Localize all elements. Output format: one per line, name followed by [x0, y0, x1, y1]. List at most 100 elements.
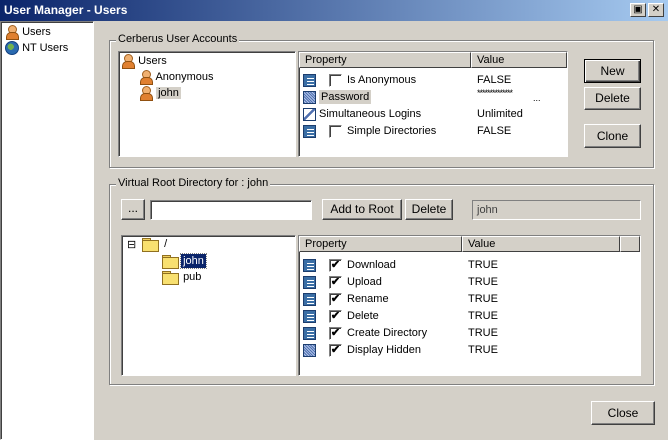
- property-label: Rename: [347, 293, 389, 305]
- property-icon: [303, 259, 316, 272]
- column-header-value[interactable]: Value: [462, 236, 620, 252]
- folder-icon: [142, 238, 159, 253]
- restore-icon: ▣: [633, 4, 643, 15]
- close-window-button[interactable]: ✕: [648, 3, 664, 17]
- display-hidden-checkbox[interactable]: ✔: [329, 344, 342, 357]
- new-button[interactable]: New: [584, 59, 641, 83]
- users-tree-root[interactable]: Users: [121, 54, 167, 69]
- table-header: Property Value: [299, 52, 567, 68]
- add-to-root-button[interactable]: Add to Root: [322, 199, 402, 220]
- close-icon: ✕: [651, 4, 661, 15]
- users-tree-item-anonymous[interactable]: Anonymous: [139, 70, 214, 85]
- property-label: Create Directory: [347, 327, 428, 339]
- users-icon: [121, 54, 135, 69]
- property-label: Download: [347, 259, 396, 271]
- table-row[interactable]: ✔ Delete TRUE: [299, 308, 640, 325]
- property-value: FALSE: [477, 74, 512, 86]
- property-label: Password: [319, 90, 372, 104]
- users-tree-item-label: john: [156, 86, 181, 99]
- account-properties-table[interactable]: Property Value Is Anonymous FALSE Passwo…: [298, 51, 568, 157]
- delete-directory-button[interactable]: Delete: [405, 199, 453, 220]
- left-tree[interactable]: Users NT Users: [0, 21, 94, 440]
- table-header: Property Value: [299, 236, 640, 252]
- browse-button[interactable]: ...: [121, 199, 145, 220]
- property-value: FALSE: [477, 125, 512, 137]
- user-icon: [139, 86, 153, 101]
- property-label: Display Hidden: [347, 344, 421, 356]
- simple-directories-checkbox[interactable]: [329, 125, 342, 138]
- is-anonymous-checkbox[interactable]: [329, 74, 342, 87]
- upload-checkbox[interactable]: ✔: [329, 276, 342, 289]
- folder-icon: [162, 271, 179, 286]
- rename-checkbox[interactable]: ✔: [329, 293, 342, 306]
- users-tree-root-label: Users: [138, 54, 167, 67]
- password-value: **************: [477, 88, 513, 98]
- folder-label: pub: [183, 271, 202, 283]
- logins-icon: [303, 108, 316, 121]
- folder-tree[interactable]: ⊟ / john pub: [121, 235, 296, 376]
- property-icon: [303, 310, 316, 323]
- vroot-group-title: Virtual Root Directory for : john: [116, 177, 271, 189]
- property-icon: [303, 276, 316, 289]
- table-row[interactable]: ✔ Download TRUE: [299, 257, 640, 274]
- property-value: TRUE: [468, 293, 498, 305]
- accounts-group-title: Cerberus User Accounts: [116, 33, 240, 45]
- property-value: TRUE: [468, 344, 498, 356]
- path-input[interactable]: [150, 200, 312, 220]
- users-tree[interactable]: Users Anonymous john: [118, 51, 296, 157]
- column-header-property[interactable]: Property: [299, 52, 471, 68]
- hidden-icon: [303, 344, 316, 357]
- left-tree-item-users[interactable]: Users: [5, 25, 51, 41]
- folder-tree-item-pub[interactable]: pub: [162, 271, 202, 286]
- table-row[interactable]: ✔ Rename TRUE: [299, 291, 640, 308]
- left-tree-item-label: NT Users: [22, 41, 69, 54]
- clone-button[interactable]: Clone: [584, 124, 641, 148]
- folder-tree-item-john[interactable]: john: [162, 253, 207, 270]
- left-tree-item-nt-users[interactable]: NT Users: [5, 41, 68, 57]
- table-row[interactable]: Is Anonymous FALSE: [299, 72, 567, 89]
- selected-directory-field: john: [472, 200, 641, 220]
- property-label: Upload: [347, 276, 382, 288]
- left-tree-item-label: Users: [22, 25, 51, 38]
- delete-user-button[interactable]: Delete: [584, 87, 641, 110]
- table-row[interactable]: Simultaneous Logins Unlimited: [299, 106, 567, 123]
- title-bar: User Manager - Users ▣ ✕: [0, 0, 668, 21]
- property-label: Is Anonymous: [347, 74, 417, 86]
- table-row[interactable]: ✔ Upload TRUE: [299, 274, 640, 291]
- folder-label: john: [180, 253, 207, 269]
- property-value: TRUE: [468, 276, 498, 288]
- property-icon: [303, 327, 316, 340]
- property-value: TRUE: [468, 310, 498, 322]
- table-row[interactable]: Password ************** ...: [299, 88, 567, 106]
- users-icon: [5, 25, 19, 40]
- restore-button[interactable]: ▣: [630, 3, 646, 17]
- password-edit-button[interactable]: ...: [533, 93, 541, 103]
- property-label: Delete: [347, 310, 379, 322]
- column-header-value[interactable]: Value: [471, 52, 567, 68]
- property-value: TRUE: [468, 327, 498, 339]
- property-icon: [303, 293, 316, 306]
- table-row[interactable]: ✔ Create Directory TRUE: [299, 325, 640, 342]
- folder-label: /: [164, 238, 168, 250]
- directory-permissions-table[interactable]: Property Value ✔ Download TRUE ✔ Upload …: [298, 235, 641, 376]
- folder-icon: [162, 255, 179, 270]
- collapse-icon[interactable]: ⊟: [127, 238, 136, 251]
- user-icon: [139, 70, 153, 85]
- delete-checkbox[interactable]: ✔: [329, 310, 342, 323]
- download-checkbox[interactable]: ✔: [329, 259, 342, 272]
- create-directory-checkbox[interactable]: ✔: [329, 327, 342, 340]
- users-tree-item-john[interactable]: john: [139, 86, 181, 101]
- folder-tree-root[interactable]: /: [142, 238, 168, 253]
- window-title: User Manager - Users: [4, 3, 128, 17]
- password-icon: [303, 91, 316, 104]
- column-header-spacer: [620, 236, 640, 252]
- table-row[interactable]: ✔ Display Hidden TRUE: [299, 342, 640, 359]
- property-value: TRUE: [468, 259, 498, 271]
- property-label: Simultaneous Logins: [319, 108, 422, 120]
- users-tree-item-label: Anonymous: [155, 70, 214, 83]
- property-label: Simple Directories: [347, 125, 437, 137]
- close-button[interactable]: Close: [591, 401, 655, 425]
- property-icon: [303, 74, 316, 87]
- column-header-property[interactable]: Property: [299, 236, 462, 252]
- table-row[interactable]: Simple Directories FALSE: [299, 123, 567, 140]
